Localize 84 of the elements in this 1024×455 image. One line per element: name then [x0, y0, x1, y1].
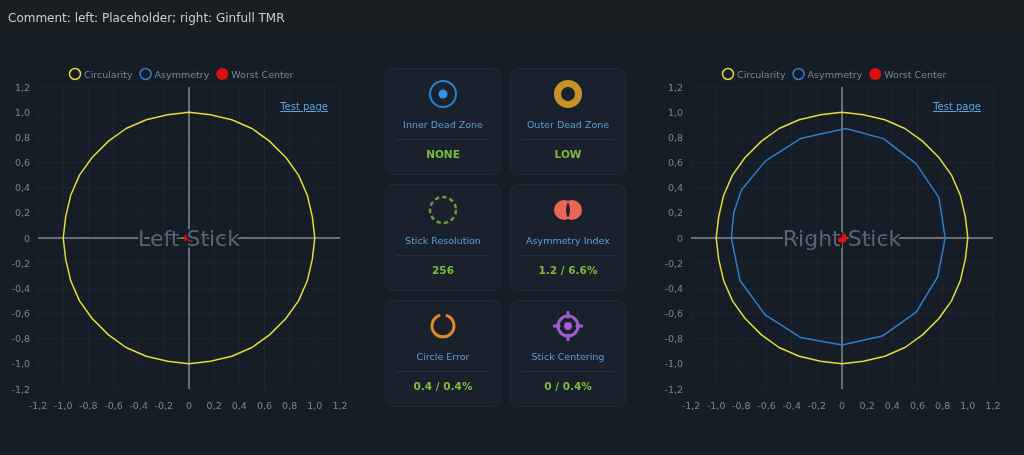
axis-tick-label: 0,4 [667, 182, 683, 194]
axis-tick-label: -0,2 [664, 257, 683, 269]
metric-value: 1.2 / 6.6% [538, 263, 598, 279]
metric-value: 256 [432, 263, 454, 279]
axis-tick-label: -0,6 [104, 400, 123, 411]
axis-tick-label: 0,8 [935, 400, 951, 411]
metric-value: NONE [426, 147, 460, 163]
open-ring-icon [428, 311, 458, 341]
axis-tick-label: -0,8 [664, 333, 683, 345]
axis-tick-label: 1,0 [14, 106, 30, 118]
axis-tick-label: -1,2 [681, 400, 701, 411]
ring-icon [553, 79, 583, 109]
axis-tick-label: 1,2 [667, 81, 683, 93]
test-page-link[interactable]: Test page [933, 99, 981, 114]
axis-tick-label: 0,2 [14, 207, 30, 219]
target-dot-icon [428, 79, 458, 109]
axis-tick-label: 0,8 [667, 131, 683, 143]
legend-label: Worst Center [884, 68, 947, 80]
axis-tick-label: 0 [186, 400, 192, 411]
axis-tick-label: -1,2 [28, 400, 48, 411]
axis-tick-label: 0 [839, 400, 845, 411]
axis-tick-label: 0,4 [231, 400, 247, 411]
axis-tick-label: 1,0 [667, 106, 683, 118]
axis-tick-label: 0,2 [859, 400, 875, 411]
axis-tick-label: -0,4 [782, 400, 801, 411]
metric-label: Asymmetry Index [526, 234, 610, 248]
axis-tick-label: -0,8 [79, 400, 98, 411]
test-page-link[interactable]: Test page [280, 99, 328, 114]
axis-tick-label: 1,0 [960, 400, 976, 411]
crosshair-icon [553, 311, 583, 341]
axis-tick-label: -0,8 [11, 333, 30, 345]
axis-tick-label: 1,2 [14, 81, 30, 93]
legend-label: Asymmetry [807, 68, 863, 80]
metric-label: Stick Resolution [405, 234, 481, 248]
axis-tick-label: -1,2 [664, 383, 683, 395]
metric-label: Stick Centering [531, 350, 605, 364]
dashed-circle-icon [428, 195, 458, 225]
metric-label: Inner Dead Zone [403, 118, 483, 132]
legend-item[interactable]: Circularity [68, 67, 133, 81]
axis-tick-label: -0,6 [757, 400, 776, 411]
axis-tick-label: 0,2 [667, 207, 683, 219]
legend-item[interactable]: Worst Center [216, 68, 294, 80]
comment-text: Comment: left: Placeholder; right: Ginfull TMR [8, 11, 285, 25]
legend-label: Circularity [84, 68, 133, 80]
axis-tick-label: -1,2 [11, 383, 30, 395]
axis-tick-label: 0,6 [667, 157, 683, 168]
legend-item[interactable]: Asymmetry [792, 67, 863, 81]
axis-tick-label: 0,4 [884, 400, 900, 411]
axis-tick-label: -1,0 [664, 358, 683, 370]
axis-tick-label: 1,2 [985, 400, 1001, 411]
axis-tick-label: 0,8 [282, 400, 298, 411]
axis-tick-label: -0,4 [129, 400, 148, 411]
axis-tick-label: 1,2 [332, 400, 348, 411]
axis-tick-label: 0,6 [14, 157, 30, 168]
axis-tick-label: -0,8 [732, 400, 751, 411]
axis-tick-label: 0 [676, 232, 683, 244]
axis-tick-label: 0,6 [909, 400, 926, 411]
axis-tick-label: -1,0 [11, 358, 30, 370]
legend-item[interactable]: Asymmetry [139, 67, 210, 81]
axis-tick-label: -0,2 [807, 400, 827, 411]
axis-tick-label: -0,2 [11, 257, 30, 269]
legend-label: Circularity [737, 68, 786, 80]
metric-value: 0.4 / 0.4% [413, 379, 473, 395]
axis-tick-label: 1,0 [307, 400, 323, 411]
axis-tick-label: 0,8 [14, 131, 30, 143]
metric-label: Outer Dead Zone [526, 118, 610, 132]
axis-tick-label: -0,2 [154, 400, 174, 411]
axis-tick-label: 0,2 [206, 400, 222, 411]
axis-tick-label: -0,4 [11, 282, 30, 294]
axis-tick-label: 0,4 [14, 182, 30, 194]
axis-tick-label: 0,6 [256, 400, 273, 411]
legend-item[interactable]: Worst Center [869, 68, 947, 80]
axis-tick-label: -0,4 [664, 282, 683, 294]
axis-tick-label: -0,6 [664, 308, 683, 319]
metric-value: 0 / 0.4% [544, 379, 592, 395]
axis-tick-label: -1,0 [706, 400, 726, 411]
axis-tick-label: -1,0 [53, 400, 73, 411]
metric-value: LOW [554, 147, 582, 163]
axis-tick-label: 0 [23, 232, 30, 244]
legend-item[interactable]: Circularity [721, 67, 786, 81]
legend-label: Worst Center [231, 68, 294, 80]
axis-tick-label: -0,6 [11, 308, 30, 319]
legend-label: Asymmetry [154, 68, 210, 80]
metric-label: Circle Error [416, 350, 470, 364]
